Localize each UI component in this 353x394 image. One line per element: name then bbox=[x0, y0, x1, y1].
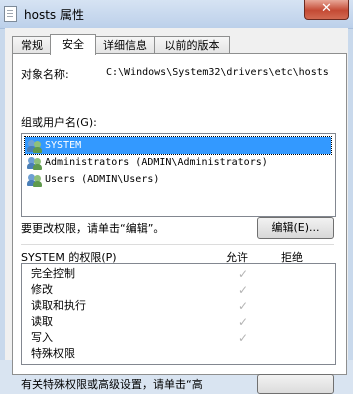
object-name-value: C:\Windows\System32\drivers\etc\hosts bbox=[106, 67, 329, 78]
tab-details[interactable]: 详细信息 bbox=[94, 36, 156, 54]
tab-general[interactable]: 常规 bbox=[12, 36, 52, 54]
advanced-button[interactable] bbox=[257, 374, 334, 394]
permission-row: 完全控制 bbox=[31, 267, 75, 280]
window-title: hosts 属性 bbox=[24, 8, 84, 22]
permissions-list: 完全控制 ✓ 修改 ✓ 读取和执行 ✓ 读取 ✓ 写入 ✓ 特殊权限 bbox=[21, 263, 336, 365]
permission-row: 读取 bbox=[31, 315, 53, 328]
list-item-label: SYSTEM bbox=[45, 140, 82, 151]
dialog-client: 常规 安全 详细信息 以前的版本 对象名称: C:\Windows\System… bbox=[5, 28, 348, 394]
file-icon bbox=[4, 6, 17, 22]
allow-check-icon: ✓ bbox=[237, 299, 249, 313]
security-panel: 对象名称: C:\Windows\System32\drivers\etc\ho… bbox=[12, 53, 347, 394]
users-icon bbox=[27, 155, 43, 170]
tab-previous-versions[interactable]: 以前的版本 bbox=[154, 36, 230, 54]
edit-button[interactable]: 编辑(E)... bbox=[257, 217, 334, 239]
allow-check-icon: ✓ bbox=[237, 315, 249, 329]
permission-row: 修改 bbox=[31, 283, 53, 296]
list-item-label: Users (ADMIN\Users) bbox=[45, 174, 160, 185]
allow-check-icon: ✓ bbox=[237, 267, 249, 281]
close-button[interactable]: ✕ bbox=[304, 0, 349, 20]
allow-check-icon: ✓ bbox=[237, 283, 249, 297]
permission-row: 读取和执行 bbox=[31, 299, 86, 312]
list-item-label: Administrators (ADMIN\Administrators) bbox=[45, 157, 268, 168]
list-item-system[interactable]: SYSTEM bbox=[24, 136, 332, 155]
tab-security[interactable]: 安全 bbox=[50, 34, 96, 55]
properties-window: hosts 属性 ✕ 常规 安全 详细信息 以前的版本 对象名称: C:\Win… bbox=[0, 0, 353, 394]
groups-label: 组或用户名(G): bbox=[21, 116, 97, 129]
advanced-hint: 有关特殊权限或高级设置，请单击“高 bbox=[21, 378, 203, 391]
object-name-label: 对象名称: bbox=[21, 68, 69, 81]
title-bar[interactable]: hosts 属性 ✕ bbox=[0, 0, 353, 29]
list-item-administrators[interactable]: Administrators (ADMIN\Administrators) bbox=[25, 154, 331, 171]
groups-listbox[interactable]: SYSTEM Administrators (ADMIN\Administrat… bbox=[21, 133, 336, 217]
users-icon bbox=[27, 138, 43, 153]
change-permissions-hint: 要更改权限，请单击“编辑”。 bbox=[21, 222, 165, 235]
list-item-users[interactable]: Users (ADMIN\Users) bbox=[25, 171, 331, 188]
permission-row: 写入 bbox=[31, 331, 53, 344]
allow-check-icon: ✓ bbox=[237, 331, 249, 345]
divider bbox=[21, 244, 334, 245]
users-icon bbox=[27, 172, 43, 187]
